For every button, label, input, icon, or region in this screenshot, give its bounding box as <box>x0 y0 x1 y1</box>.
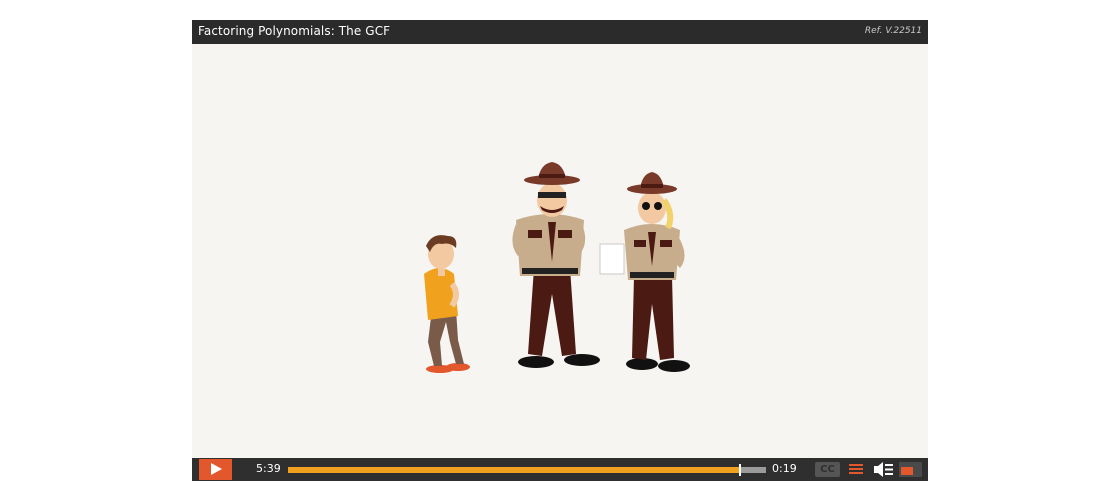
boy-character <box>424 235 470 373</box>
elapsed-time: 5:39 <box>256 462 281 475</box>
title-bar: Factoring Polynomials: The GCF Ref. V.22… <box>192 20 928 44</box>
reference-code: Ref. V.22511 <box>864 26 922 36</box>
cartoon-scene <box>424 162 690 373</box>
volume-icon[interactable] <box>873 461 895 478</box>
menu-icon[interactable] <box>849 462 863 477</box>
video-frame[interactable] <box>192 44 928 458</box>
officer-character <box>599 172 690 372</box>
progress-handle[interactable] <box>739 464 742 476</box>
officer-character <box>512 162 600 368</box>
progress-bar[interactable] <box>288 464 766 476</box>
progress-fill <box>288 467 741 473</box>
play-icon <box>211 463 222 475</box>
closed-captions-icon[interactable]: CC <box>815 462 840 477</box>
remaining-time: 0:19 <box>772 462 797 475</box>
play-button[interactable] <box>199 459 232 480</box>
playback-controls: 5:39 0:19 CC <box>192 458 928 481</box>
video-title: Factoring Polynomials: The GCF <box>198 24 391 38</box>
video-player: Factoring Polynomials: The GCF Ref. V.22… <box>192 20 928 481</box>
fullscreen-icon[interactable] <box>899 462 922 477</box>
